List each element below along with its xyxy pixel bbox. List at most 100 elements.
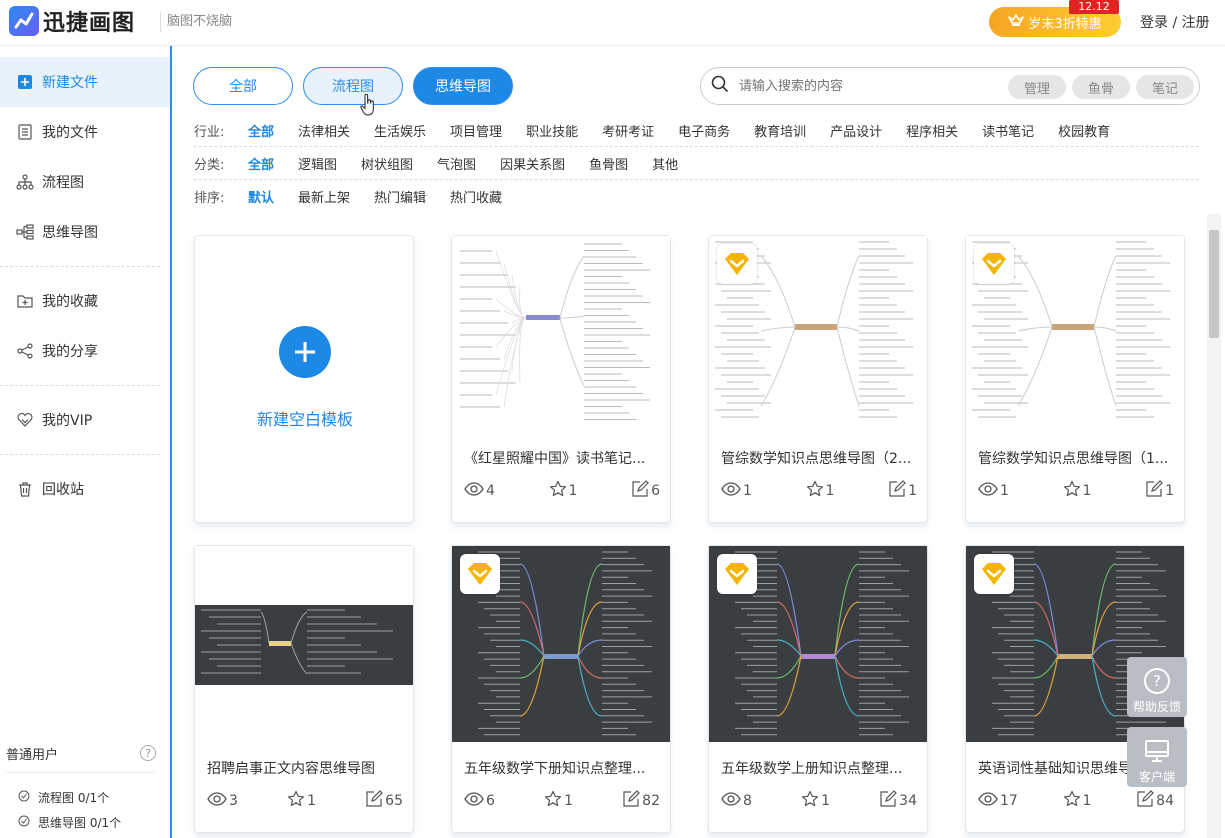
template-card[interactable]: 管综数学知识点思维导图（1... 1 1 1 xyxy=(965,235,1185,523)
sidebar-item-flowchart[interactable]: 流程图 xyxy=(0,157,170,207)
filter-category: 分类: 全部 逻辑图 树状组图 气泡图 因果关系图 鱼骨图 其他 xyxy=(194,147,1199,180)
edit-count[interactable]: 1 xyxy=(1145,480,1174,502)
help-feedback-button[interactable]: ? 帮助反馈 xyxy=(1127,657,1187,717)
star-count-value: 1 xyxy=(1082,793,1092,809)
template-card[interactable]: 招聘启事正文内容思维导图 3 1 65 xyxy=(194,545,414,833)
sidebar-item-shares[interactable]: 我的分享 xyxy=(0,326,170,376)
filter-option[interactable]: 热门编辑 xyxy=(374,187,426,206)
search-chip-manage[interactable]: 管理 xyxy=(1008,75,1066,99)
app-logo[interactable]: 迅捷画图 xyxy=(9,5,135,37)
sidebar-item-my-files[interactable]: 我的文件 xyxy=(0,107,170,157)
star-count[interactable]: 1 xyxy=(544,790,573,812)
edit-count-value: 82 xyxy=(642,793,660,809)
tab-mindmap[interactable]: 思维导图 xyxy=(413,67,513,105)
filter-option[interactable]: 默认 xyxy=(248,187,274,206)
filter-option[interactable]: 因果关系图 xyxy=(500,154,565,173)
eye-icon xyxy=(978,481,998,501)
tab-flowchart[interactable]: 流程图 xyxy=(303,67,403,105)
star-icon xyxy=(1063,790,1081,812)
edit-count[interactable]: 65 xyxy=(365,790,403,812)
edit-icon xyxy=(879,790,898,812)
filter-option[interactable]: 鱼骨图 xyxy=(589,154,628,173)
filter-sort: 排序: 默认 最新上架 热门编辑 热门收藏 xyxy=(194,180,1199,213)
edit-count[interactable]: 84 xyxy=(1136,790,1174,812)
search-icon[interactable] xyxy=(711,75,729,97)
sidebar-item-label: 我的VIP xyxy=(42,413,93,429)
edit-count[interactable]: 82 xyxy=(622,790,660,812)
eye-icon xyxy=(978,791,998,811)
template-title[interactable]: 《红星照耀中国》读书笔记... xyxy=(464,448,660,468)
login-register-link[interactable]: 登录 / 注册 xyxy=(1140,12,1210,32)
edit-count[interactable]: 6 xyxy=(631,480,660,502)
edit-count[interactable]: 34 xyxy=(879,790,917,812)
new-blank-template-card[interactable]: 新建空白模板 xyxy=(194,235,414,523)
float-label: 帮助反馈 xyxy=(1132,700,1181,714)
tab-all[interactable]: 全部 xyxy=(193,67,293,105)
sidebar-item-label: 我的分享 xyxy=(42,344,98,360)
star-count[interactable]: 1 xyxy=(801,790,830,812)
filter-option[interactable]: 全部 xyxy=(248,121,274,140)
logo-icon xyxy=(9,6,39,36)
filter-option[interactable]: 气泡图 xyxy=(437,154,476,173)
filter-option[interactable]: 电子商务 xyxy=(678,121,730,140)
svg-text:?: ? xyxy=(1153,672,1161,690)
star-count-value: 1 xyxy=(821,793,830,809)
filter-option[interactable]: 法律相关 xyxy=(298,121,350,140)
search-input[interactable] xyxy=(739,78,989,94)
desktop-icon xyxy=(1143,739,1171,768)
help-question-icon[interactable]: ? xyxy=(140,745,156,761)
view-count-value: 17 xyxy=(1000,793,1018,809)
sidebar-item-new-file[interactable]: 新建文件 xyxy=(0,57,170,107)
star-count[interactable]: 1 xyxy=(806,480,834,502)
vip-diamond-icon xyxy=(717,554,757,594)
filter-option[interactable]: 职业技能 xyxy=(526,121,578,140)
vip-diamond-icon xyxy=(460,554,500,594)
filter-option[interactable]: 教育培训 xyxy=(754,121,806,140)
client-download-button[interactable]: 客户端 xyxy=(1127,727,1187,787)
star-count[interactable]: 1 xyxy=(1063,480,1091,502)
template-title[interactable]: 五年级数学上册知识点整理... xyxy=(721,758,917,778)
template-card[interactable]: 五年级数学下册知识点整理... 6 1 82 xyxy=(451,545,671,833)
filter-option[interactable]: 校园教育 xyxy=(1058,121,1110,140)
search-chip-notes[interactable]: 笔记 xyxy=(1136,75,1194,99)
star-icon xyxy=(806,480,824,502)
trash-icon xyxy=(16,480,34,498)
template-thumbnail[interactable] xyxy=(195,546,413,742)
template-card[interactable]: 管综数学知识点思维导图（2... 1 1 1 xyxy=(708,235,928,523)
template-title[interactable]: 招聘启事正文内容思维导图 xyxy=(207,758,403,778)
filter-option[interactable]: 热门收藏 xyxy=(450,187,502,206)
star-count[interactable]: 1 xyxy=(287,790,316,812)
filter-option[interactable]: 项目管理 xyxy=(450,121,502,140)
filter-option[interactable]: 其他 xyxy=(652,154,678,173)
template-stats: 3 1 65 xyxy=(207,790,403,812)
filter-option[interactable]: 逻辑图 xyxy=(298,154,337,173)
template-card[interactable]: 五年级数学上册知识点整理... 8 1 34 xyxy=(708,545,928,833)
edit-count[interactable]: 1 xyxy=(888,480,917,502)
filter-option[interactable]: 树状组图 xyxy=(361,154,413,173)
user-divider xyxy=(6,772,156,773)
search-chip-fishbone[interactable]: 鱼骨 xyxy=(1072,75,1130,99)
sidebar-item-trash[interactable]: 回收站 xyxy=(0,464,170,514)
view-count: 1 xyxy=(721,480,752,502)
filter-option[interactable]: 全部 xyxy=(248,154,274,173)
filter-option[interactable]: 考研考证 xyxy=(602,121,654,140)
folder-plus-icon xyxy=(16,292,34,310)
sidebar: 新建文件 我的文件 流程图 思维导图 我的收藏 我的分享 我的VIP 回收站 xyxy=(0,46,172,838)
filter-option[interactable]: 生活娱乐 xyxy=(374,121,426,140)
template-card[interactable]: 《红星照耀中国》读书笔记... 4 1 6 xyxy=(451,235,671,523)
scrollbar-thumb[interactable] xyxy=(1209,230,1219,338)
filter-label: 分类: xyxy=(194,157,225,173)
sidebar-item-vip[interactable]: 我的VIP xyxy=(0,395,170,445)
filter-option[interactable]: 程序相关 xyxy=(906,121,958,140)
template-title[interactable]: 管综数学知识点思维导图（1... xyxy=(978,448,1174,468)
filter-option[interactable]: 产品设计 xyxy=(830,121,882,140)
sidebar-item-mindmap[interactable]: 思维导图 xyxy=(0,207,170,257)
sidebar-item-favorites[interactable]: 我的收藏 xyxy=(0,276,170,326)
template-thumbnail[interactable] xyxy=(452,236,670,432)
filter-option[interactable]: 最新上架 xyxy=(298,187,350,206)
template-title[interactable]: 管综数学知识点思维导图（2... xyxy=(721,448,917,468)
filter-option[interactable]: 读书笔记 xyxy=(982,121,1034,140)
template-title[interactable]: 五年级数学下册知识点整理... xyxy=(464,758,660,778)
star-count[interactable]: 1 xyxy=(1063,790,1092,812)
star-count[interactable]: 1 xyxy=(549,480,577,502)
